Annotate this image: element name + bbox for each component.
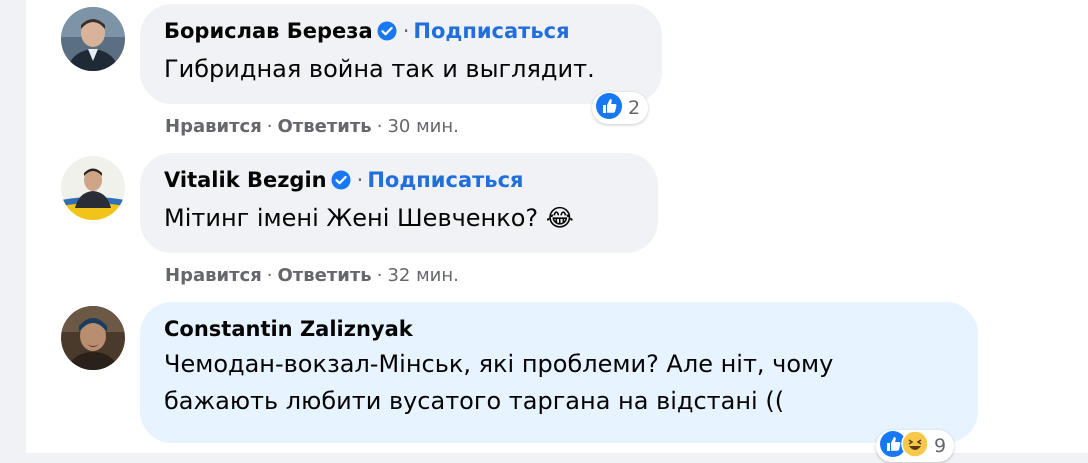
comment-actions: Нравится · Ответить · 32 мин. xyxy=(165,265,459,287)
separator-dot: · xyxy=(266,116,273,137)
verified-badge-icon xyxy=(377,21,397,47)
reactions-summary[interactable]: 9 xyxy=(876,429,955,463)
author-name[interactable]: Constantin Zaliznyak xyxy=(164,317,413,341)
reply-link[interactable]: Ответить xyxy=(278,116,372,137)
author-line: Vitalik Bezgin · Подписаться xyxy=(164,167,634,196)
like-link[interactable]: Нравится xyxy=(165,116,262,137)
author-line: Борислав Береза · Подписаться xyxy=(164,18,638,47)
comment-bubble: Constantin Zaliznyak Чемодан-вокзал-Мінс… xyxy=(140,302,978,443)
comment-bubble: Vitalik Bezgin · Подписаться Мітинг імені … xyxy=(140,153,658,253)
avatar-photo-icon xyxy=(61,156,125,220)
haha-icon xyxy=(901,429,929,463)
separator-dot: · xyxy=(266,265,273,286)
comment-text: Гибридная война так и выглядит. xyxy=(164,55,595,83)
like-icon xyxy=(595,92,623,125)
avatar[interactable] xyxy=(61,7,125,71)
avatar[interactable] xyxy=(61,156,125,220)
comment-text-line: бажають любити вусатого таргана на відст… xyxy=(164,387,785,415)
author-name[interactable]: Vitalik Bezgin xyxy=(164,168,327,192)
avatar-photo-icon xyxy=(61,306,125,370)
follow-link[interactable]: Подписаться xyxy=(367,168,523,192)
timestamp[interactable]: 32 мин. xyxy=(387,265,458,286)
laughing-emoji-icon: 😂 xyxy=(545,204,574,232)
follow-link[interactable]: Подписаться xyxy=(413,19,569,43)
comment-text-line: Чемодан-вокзал-Мінськ, які проблеми? Але… xyxy=(164,350,834,378)
like-link[interactable]: Нравится xyxy=(165,265,262,286)
reply-link[interactable]: Ответить xyxy=(278,265,372,286)
comment-actions: Нравится · Ответить · 30 мин. xyxy=(165,116,459,138)
separator-dot: · xyxy=(376,265,383,286)
avatar-photo-icon xyxy=(61,7,125,71)
reactions-summary[interactable]: 2 xyxy=(592,92,649,125)
timestamp[interactable]: 30 мин. xyxy=(387,116,458,137)
reaction-count: 2 xyxy=(628,97,641,119)
author-name[interactable]: Борислав Береза xyxy=(164,19,373,43)
separator-dot: · xyxy=(402,19,410,43)
comment-bubble: Борислав Береза · Подписаться Гибридная во… xyxy=(140,4,662,104)
separator-dot: · xyxy=(376,116,383,137)
verified-badge-icon xyxy=(331,170,351,196)
author-line: Constantin Zaliznyak xyxy=(164,316,954,342)
comment-text: Чемодан-вокзал-Мінськ, які проблеми? Але… xyxy=(164,346,954,420)
reaction-count: 9 xyxy=(934,435,947,457)
comment-text-body: Мітинг імені Жені Шевченко? xyxy=(164,204,539,232)
comment-text: Мітинг імені Жені Шевченко? 😂 xyxy=(164,200,634,237)
avatar[interactable] xyxy=(61,306,125,370)
separator-dot: · xyxy=(356,168,364,192)
